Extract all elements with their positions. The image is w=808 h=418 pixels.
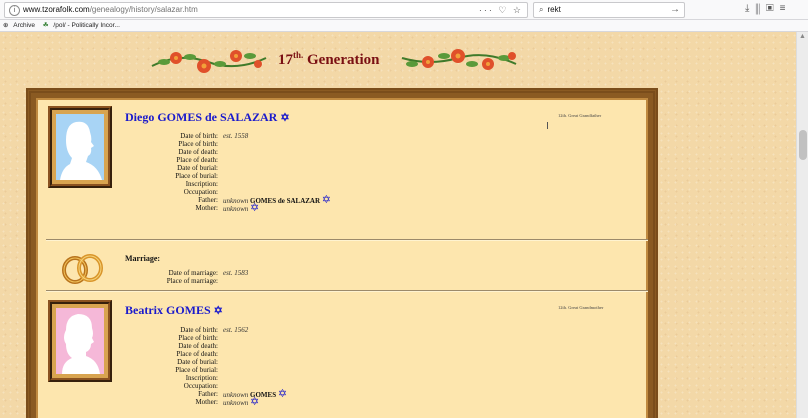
download-icon[interactable]: ⤓ <box>745 3 755 14</box>
generation-header: 17th. Generation <box>150 40 517 80</box>
family-frame: Diego GOMES de SALAZAR ✡ 12th. Great Gra… <box>26 88 658 418</box>
menu-icon[interactable]: ≡ <box>780 3 792 14</box>
url-host: www.tzorafolk.com <box>23 5 90 14</box>
female-silhouette-icon <box>56 308 104 374</box>
flower-garland-right-icon <box>401 49 517 70</box>
page-actions-icons[interactable]: ··· ♡ ☆ <box>479 3 523 17</box>
mother-link[interactable]: unknown ✡ <box>223 396 259 408</box>
star-of-david-icon[interactable]: ✡ <box>280 112 289 124</box>
bookmarks-bar: ⊕ Archive ☘ /pol/ - Politically Incor... <box>0 20 808 32</box>
bookmark-pol[interactable]: ☘ /pol/ - Politically Incor... <box>40 22 120 29</box>
url-bar[interactable]: i www.tzorafolk.com/genealogy/history/sal… <box>4 2 528 18</box>
relation-label: 12th. Great Grandmother <box>558 305 604 310</box>
page-content: 17th. Generation Diego GOMES de SALAZAR … <box>0 32 796 418</box>
portrait-female <box>48 300 112 382</box>
person-details: Date of birth: est. 1558 Place of birth: … <box>175 132 332 214</box>
browser-toolbar: i www.tzorafolk.com/genealogy/history/sal… <box>0 0 808 20</box>
page-scrollbar[interactable]: ▲ <box>796 32 808 418</box>
relation-label: 12th. Great Grandfather <box>558 113 602 118</box>
search-icon: ⌕ <box>539 5 544 14</box>
birth-date: est. 1562 <box>223 326 249 334</box>
text-cursor <box>547 122 548 129</box>
url-path: /genealogy/history/salazar.htm <box>89 5 198 14</box>
scroll-up-arrow-icon[interactable]: ▲ <box>799 32 806 40</box>
marriage-title: Marriage: <box>125 254 161 263</box>
sidebar-icon[interactable]: ▣ <box>766 3 780 14</box>
scrollbar-thumb[interactable] <box>799 130 807 160</box>
wedding-rings-icon <box>62 254 103 284</box>
male-silhouette-icon <box>56 114 104 180</box>
bookmark-archive[interactable]: ⊕ Archive <box>3 22 35 29</box>
search-box[interactable]: ⌕ rekt → <box>533 2 685 18</box>
mother-link[interactable]: unknown ✡ <box>223 202 259 214</box>
birth-date: est. 1558 <box>223 132 249 140</box>
generation-title: 17th. Generation <box>278 50 380 68</box>
divider <box>46 290 648 292</box>
marriage-date: est. 1583 <box>223 269 249 277</box>
portrait-male <box>48 106 112 188</box>
flower-garland-left-icon <box>151 50 267 73</box>
family-panel: Diego GOMES de SALAZAR ✡ 12th. Great Gra… <box>36 98 648 418</box>
star-of-david-icon[interactable]: ✡ <box>214 305 223 317</box>
divider <box>46 239 648 241</box>
toolbar-right-icons: ⤓⫼▣≡ <box>745 3 791 14</box>
person-details: Date of birth: est. 1562 Place of birth: … <box>175 326 288 408</box>
star-of-david-icon[interactable]: ✡ <box>250 202 259 214</box>
person-name[interactable]: Beatrix GOMES ✡ <box>125 303 223 318</box>
star-of-david-icon[interactable]: ✡ <box>250 396 259 408</box>
marriage-details: Date of marriage: est. 1583 Place of marr… <box>166 269 249 285</box>
search-go-arrow-icon[interactable]: → <box>670 3 680 17</box>
info-icon[interactable]: i <box>9 5 20 16</box>
library-icon[interactable]: ⫼ <box>755 3 766 14</box>
person-name[interactable]: Diego GOMES de SALAZAR ✡ <box>125 110 290 125</box>
search-input[interactable]: rekt <box>547 5 560 14</box>
